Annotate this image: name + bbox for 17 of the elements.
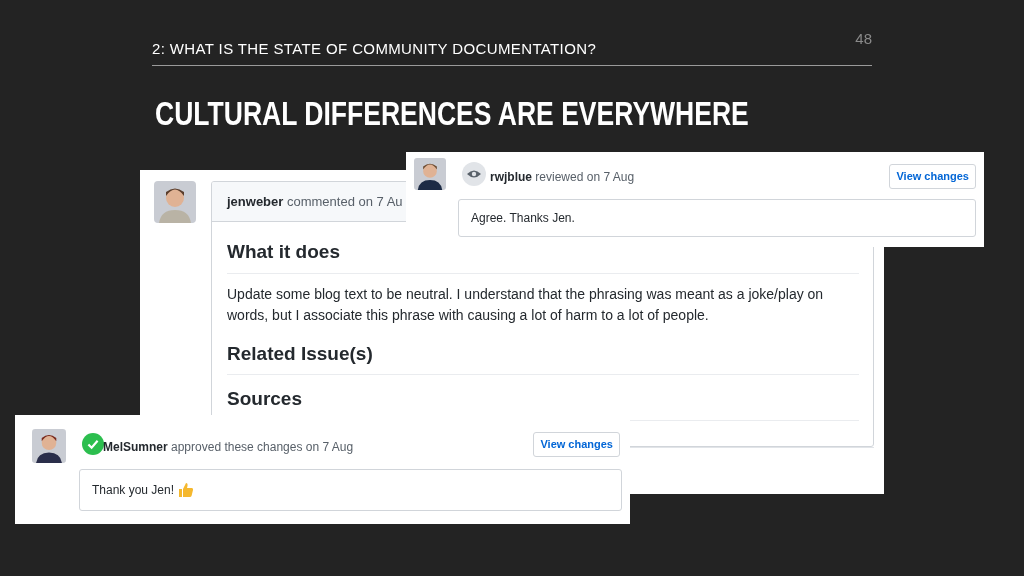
view-changes-button[interactable]: View changes bbox=[889, 164, 976, 189]
comment-text: Update some blog text to be neutral. I understand that the phrasing was meant as a joke/play on words, but I associate this phrase with causing a lot of harm to a lot of people. bbox=[227, 284, 825, 325]
page-number: 48 bbox=[855, 29, 872, 49]
review-author-line: MelSumner approved these changes on 7 Aug bbox=[103, 439, 354, 456]
avatar bbox=[32, 429, 66, 463]
avatar bbox=[154, 181, 196, 223]
review-author-line: rwjblue reviewed on 7 Aug bbox=[490, 169, 635, 186]
avatar bbox=[414, 158, 446, 190]
review-comment-text: Agree. Thanks Jen. bbox=[471, 210, 575, 227]
eye-icon bbox=[462, 162, 486, 186]
section-heading: 2: WHAT IS THE STATE OF COMMUNITY DOCUMENTATION? bbox=[152, 39, 597, 59]
section-heading: Related Issue(s) bbox=[227, 339, 859, 375]
comment-author-line: jenweber commented on 7 Au bbox=[227, 192, 403, 211]
slide-title: CULTURAL DIFFERENCES ARE EVERYWHERE bbox=[155, 93, 749, 134]
view-changes-button[interactable]: View changes bbox=[533, 432, 620, 457]
review-comment-text: Thank you Jen! bbox=[92, 482, 175, 499]
check-icon bbox=[82, 433, 104, 455]
